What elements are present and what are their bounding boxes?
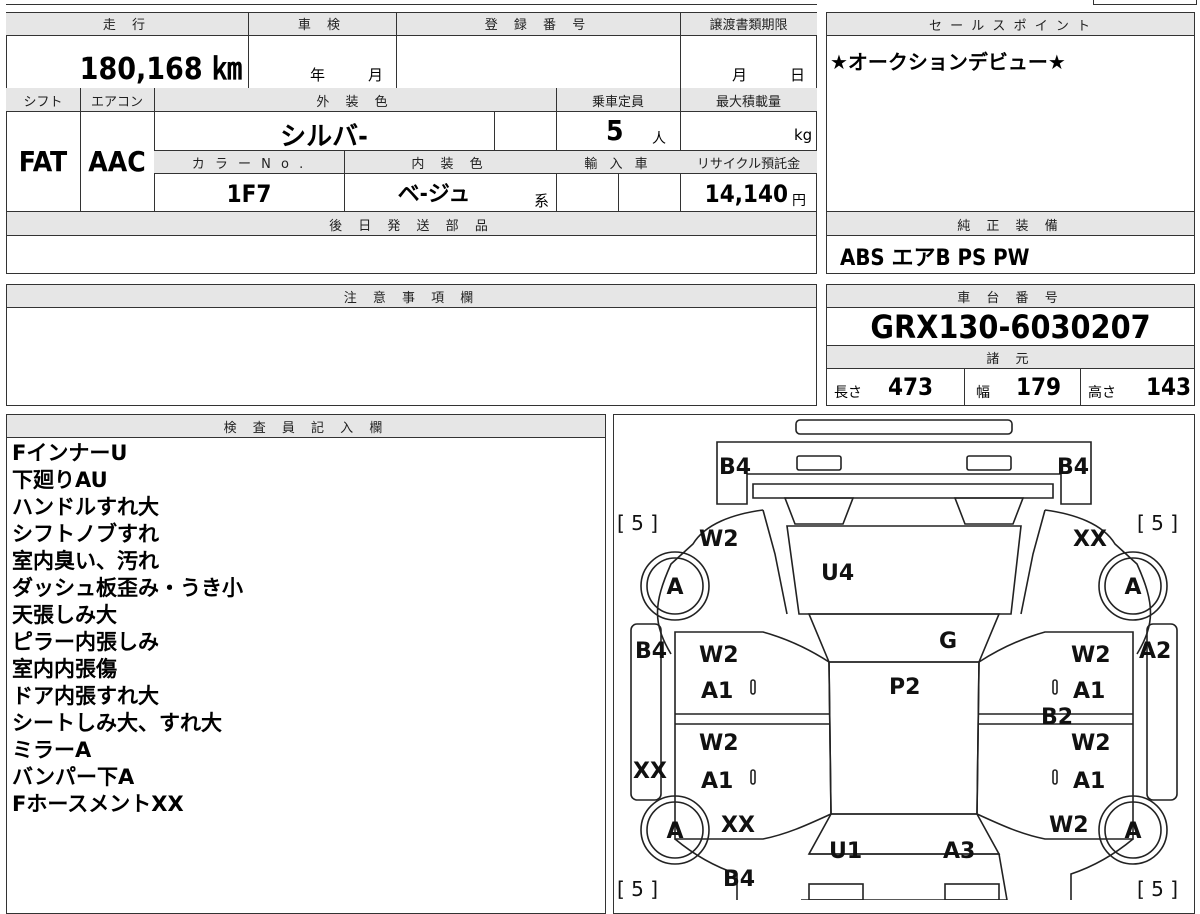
max-load-unit: kg [794, 126, 813, 144]
sales-point-text: ★オークションデビュー★ [830, 50, 1066, 74]
interior-color-value: ベ-ジュ [397, 182, 471, 207]
mark-u1-trunk: U1 [829, 839, 862, 864]
mark-a1-rr-door: A1 [1073, 769, 1105, 794]
mark-u4-hood: U4 [821, 561, 854, 586]
shift-label: シフト [23, 95, 63, 110]
mark-g-windshield: G [939, 629, 957, 654]
mark-a1-fl-door: A1 [701, 679, 733, 704]
mileage-label: 走 行 [102, 18, 152, 33]
note-line: 室内内張傷 [12, 657, 117, 681]
chassis-label: 車 台 番 号 [957, 291, 1064, 306]
equipment-value: ABS エアB PS PW [840, 246, 1030, 271]
tire-a-rr: A [1124, 819, 1141, 844]
width-label: 幅 [976, 385, 990, 401]
mark-b2-pillar: B2 [1041, 705, 1073, 730]
note-line: FホースメントXX [12, 792, 184, 816]
note-line: ダッシュ板歪み・うき小 [12, 576, 243, 600]
height-label: 高さ [1088, 385, 1116, 401]
shaken-label: 車 検 [297, 18, 347, 33]
top-right-stub [1093, 0, 1197, 5]
transfer-deadline-label: 譲渡書類期限 [709, 18, 788, 33]
mark-w2-fl-door: W2 [699, 643, 739, 668]
mark-w2-rr-door: W2 [1071, 731, 1111, 756]
mark-b4-rear: B4 [723, 867, 755, 892]
note-line: シフトノブすれ [12, 522, 159, 546]
mark-xx-left: XX [633, 759, 667, 784]
mark-w2-rl-door: W2 [699, 731, 739, 756]
shift-value: FAT [18, 145, 68, 178]
top-sliver [6, 0, 817, 5]
recycle-unit: 円 [792, 193, 806, 209]
mark-w2-fr-door: W2 [1071, 643, 1111, 668]
mark-w2-rear-right: W2 [1049, 813, 1089, 838]
chassis-number: GRX130-6030207 [870, 308, 1151, 346]
note-line: ドア内張すれ大 [12, 684, 159, 708]
import-label: 輸 入 車 [584, 157, 652, 172]
mark-p2-roof: P2 [889, 675, 920, 700]
note-line: ミラーA [12, 738, 92, 762]
note-line: FインナーU [12, 441, 128, 465]
transfer-month-unit: 月 [732, 66, 748, 84]
shaken-year-unit: 年 [310, 66, 326, 84]
note-line: ピラー内張しみ [12, 630, 159, 654]
interior-suffix: 系 [534, 192, 550, 210]
length-label: 長さ [834, 385, 862, 401]
mark-xx-rear-left: XX [721, 813, 755, 838]
tire-a-fr: A [1124, 575, 1141, 600]
aircon-label: エアコン [90, 95, 143, 110]
sales-point-block [826, 12, 1195, 212]
tire-5-fr: [ 5 ] [1137, 511, 1178, 535]
height-value: 143 [1146, 373, 1192, 401]
mark-xx-front-right: XX [1073, 527, 1107, 552]
capacity-unit: 人 [652, 131, 666, 147]
specs-label: 諸 元 [986, 352, 1035, 367]
note-line: 下廻りAU [12, 468, 108, 492]
tire-5-rr: [ 5 ] [1137, 877, 1178, 900]
shaken-month-unit: 月 [368, 66, 384, 84]
mark-a3-trunk: A3 [943, 839, 975, 864]
sales-point-label: セ ー ル ス ポ イ ン ト [929, 19, 1092, 34]
tire-a-rl: A [666, 819, 683, 844]
equipment-label: 純 正 装 備 [957, 219, 1064, 234]
tire-5-fl: [ 5 ] [617, 511, 658, 535]
recycle-label: リサイクル預託金 [696, 157, 801, 172]
later-parts-label: 後 日 発 送 部 品 [329, 219, 494, 234]
color-no-label: カ ラ ー N o . [191, 157, 307, 172]
mark-b4-left: B4 [635, 639, 667, 664]
tire-a-fl: A [666, 575, 683, 600]
note-line: ハンドルすれ大 [12, 495, 159, 519]
note-line: シートしみ大、すれ大 [12, 711, 222, 735]
note-line: 天張しみ大 [12, 603, 117, 627]
mark-b4-tl: B4 [719, 455, 751, 480]
tire-5-rl: [ 5 ] [617, 877, 658, 900]
mark-a1-fr-door: A1 [1073, 679, 1105, 704]
width-value: 179 [1016, 373, 1062, 401]
mark-a2-right: A2 [1139, 639, 1171, 664]
capacity-label: 乗車定員 [591, 95, 644, 110]
inspector-label: 検 査 員 記 入 欄 [223, 421, 389, 436]
mileage-value: 180,168 ㎞ [79, 52, 242, 87]
length-value: 473 [888, 373, 934, 401]
recycle-fee-value: 14,140 [704, 180, 788, 208]
transfer-day-unit: 日 [790, 66, 806, 84]
mark-b4-tr: B4 [1057, 455, 1089, 480]
max-load-label: 最大積載量 [715, 95, 781, 110]
note-line: バンパー下A [12, 765, 135, 789]
color-no-value: 1F7 [226, 180, 272, 208]
capacity-value: 5 [606, 114, 624, 147]
interior-color-label: 内 装 色 [411, 157, 489, 172]
caution-label: 注 意 事 項 欄 [343, 291, 480, 306]
car-diagram: B4 B4 W2 XX U4 G B4 A2 W2 A1 P2 W2 A1 B2… [617, 419, 1178, 900]
exterior-color-label: 外 装 色 [316, 95, 394, 110]
registration-label: 登 録 番 号 [484, 18, 592, 33]
exterior-color-value: シルバ- [280, 122, 368, 152]
inspector-notes: FインナーU 下廻りAU ハンドルすれ大 シフトノブすれ 室内臭い、汚れ ダッシ… [12, 440, 243, 818]
mark-a1-rl-door: A1 [701, 769, 733, 794]
note-line: 室内臭い、汚れ [12, 549, 159, 573]
aircon-value: AAC [88, 145, 146, 178]
mark-w2-front-left: W2 [699, 527, 739, 552]
